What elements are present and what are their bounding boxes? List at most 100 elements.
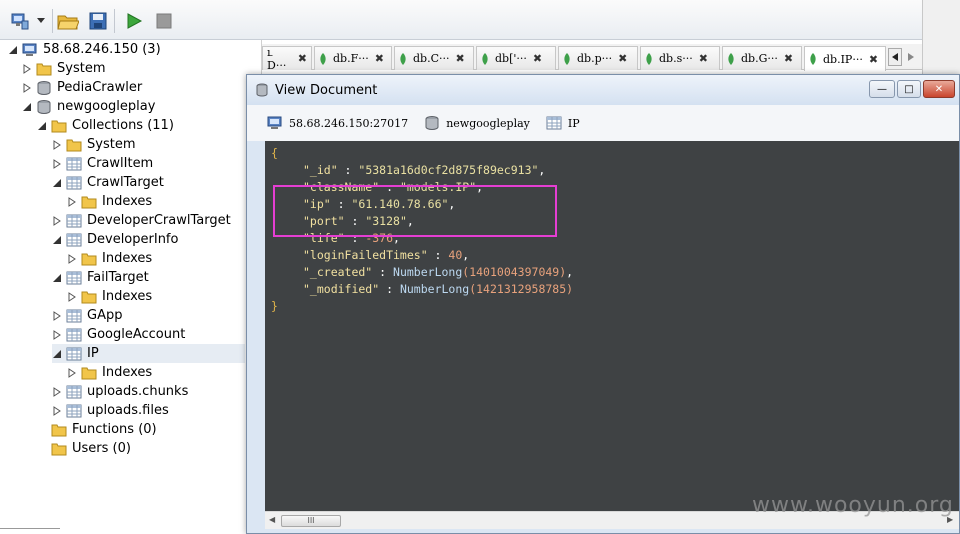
minimize-button[interactable]: — <box>869 80 895 98</box>
code-line: { <box>265 145 959 162</box>
field-value: 40 <box>448 248 463 262</box>
collapsed-arrow-icon[interactable] <box>52 405 62 416</box>
tree-collection-googleaccount[interactable]: GoogleAccount <box>52 325 185 344</box>
scrollbar-thumb[interactable]: III <box>281 515 341 527</box>
save-icon[interactable] <box>86 9 110 33</box>
collapsed-arrow-icon[interactable] <box>67 253 77 264</box>
expanded-arrow-icon[interactable] <box>52 178 62 188</box>
tree-indexes[interactable]: Indexes <box>67 287 152 306</box>
mongo-leaf-icon <box>482 52 488 65</box>
collapsed-arrow-icon[interactable] <box>22 63 32 74</box>
close-icon[interactable]: ✖ <box>298 52 307 65</box>
tree-collection-uploads-chunks[interactable]: uploads.chunks <box>52 382 188 401</box>
watermark: www.wooyun.org <box>752 493 954 518</box>
tree-label: System <box>57 61 106 76</box>
tab-shell-2[interactable]: db.C··· ✖ <box>394 46 474 70</box>
folder-icon <box>81 367 97 379</box>
collapsed-arrow-icon[interactable] <box>52 158 62 169</box>
tree-label: Indexes <box>102 365 153 380</box>
stop-icon[interactable] <box>152 9 176 33</box>
tree-collection-system[interactable]: System <box>52 135 135 154</box>
tree-indexes[interactable]: Indexes <box>67 249 152 268</box>
collapsed-arrow-icon[interactable] <box>22 82 32 93</box>
colon: : <box>379 282 400 296</box>
table-icon <box>66 328 82 341</box>
bottom-tab-edge <box>0 528 60 534</box>
table-icon <box>546 116 562 130</box>
tab-shell-3[interactable]: db['··· ✖ <box>476 46 556 70</box>
expanded-arrow-icon[interactable] <box>52 349 62 359</box>
connection-tree: 58.68.246.150 (3) System PediaCrawler ne… <box>0 40 262 534</box>
collapsed-arrow-icon[interactable] <box>52 310 62 321</box>
close-icon[interactable]: ✖ <box>533 52 542 65</box>
open-folder-icon[interactable] <box>56 9 80 33</box>
collapsed-arrow-icon[interactable] <box>67 367 77 378</box>
tree-collection-uploads-files[interactable]: uploads.files <box>52 401 169 420</box>
tree-collection-failtarget[interactable]: FailTarget <box>52 268 149 287</box>
function-name: NumberLong <box>393 265 463 279</box>
expanded-arrow-icon[interactable] <box>52 273 62 283</box>
scroll-left-arrow-icon[interactable]: ◀ <box>269 515 275 524</box>
expanded-arrow-icon[interactable] <box>8 45 18 55</box>
collapsed-arrow-icon[interactable] <box>52 215 62 226</box>
collapsed-arrow-icon[interactable] <box>67 291 77 302</box>
tab-label: ւ D··· <box>267 45 287 72</box>
tab-shell-4[interactable]: db.p··· ✖ <box>558 46 638 70</box>
close-icon[interactable]: ✖ <box>456 52 465 65</box>
tab-shell-1[interactable]: db.F··· ✖ <box>314 46 392 70</box>
collapsed-arrow-icon[interactable] <box>67 196 77 207</box>
server-address: 58.68.246.150:27017 <box>289 116 409 130</box>
code-line: "loginFailedTimes" : 40, <box>265 247 959 264</box>
comma: , <box>462 248 470 262</box>
tab-scroll-right-button[interactable] <box>904 48 918 66</box>
folder-icon <box>51 443 67 455</box>
folder-icon <box>81 291 97 303</box>
tab-shell-6[interactable]: db.G··· ✖ <box>722 46 802 70</box>
tree-label: DeveloperInfo <box>87 232 179 247</box>
tree-indexes[interactable]: Indexes <box>67 363 152 382</box>
dropdown-arrow-icon[interactable] <box>34 9 48 33</box>
collection-info: IP <box>546 115 580 131</box>
expanded-arrow-icon[interactable] <box>37 121 47 131</box>
tree-db-pediacrawler[interactable]: PediaCrawler <box>22 78 142 97</box>
tree-label: IP <box>87 346 99 361</box>
close-icon[interactable]: ✖ <box>784 52 793 65</box>
close-icon[interactable]: ✖ <box>699 52 708 65</box>
tree-collections[interactable]: Collections (11) <box>37 116 174 135</box>
tab-shell-0[interactable]: ւ D··· ✖ <box>262 45 312 72</box>
tree-collection-developerinfo[interactable]: DeveloperInfo <box>52 230 178 249</box>
maximize-button[interactable]: □ <box>897 80 921 98</box>
connect-icon[interactable] <box>8 9 32 33</box>
field-value: (1401004397049) <box>462 265 567 279</box>
tree-collection-crawltarget[interactable]: CrawlTarget <box>52 173 164 192</box>
table-icon <box>66 214 82 227</box>
table-icon <box>66 157 82 170</box>
tree-collection-developercrawltarget[interactable]: DeveloperCrawlTarget <box>52 211 231 230</box>
close-icon[interactable]: ✖ <box>618 52 627 65</box>
collection-name: IP <box>567 116 580 130</box>
collapsed-arrow-icon[interactable] <box>52 386 62 397</box>
tree-indexes[interactable]: Indexes <box>67 192 152 211</box>
close-icon[interactable]: ✖ <box>869 53 878 66</box>
tree-db-newgoogleplay[interactable]: newgoogleplay <box>22 97 155 116</box>
run-icon[interactable] <box>122 9 146 33</box>
tab-shell-7-active[interactable]: db.IP··· ✖ <box>804 46 886 71</box>
tree-collection-crawlitem[interactable]: CrawlItem <box>52 154 153 173</box>
tree-users[interactable]: Users (0) <box>51 439 131 458</box>
dialog-titlebar[interactable]: View Document — □ ✕ <box>247 75 959 105</box>
tree-server-node[interactable]: 58.68.246.150 (3) <box>8 40 161 59</box>
tree-collection-gapp[interactable]: GApp <box>52 306 122 325</box>
database-icon <box>37 99 51 114</box>
close-button[interactable]: ✕ <box>923 80 955 98</box>
tree-db-system[interactable]: System <box>22 59 105 78</box>
collapsed-arrow-icon[interactable] <box>52 329 62 340</box>
tab-scroll-left-button[interactable] <box>888 48 902 66</box>
tree-functions[interactable]: Functions (0) <box>51 420 157 439</box>
expanded-arrow-icon[interactable] <box>22 102 32 112</box>
tree-collection-ip[interactable]: IP <box>52 344 245 363</box>
collapsed-arrow-icon[interactable] <box>52 139 62 150</box>
expanded-arrow-icon[interactable] <box>52 235 62 245</box>
close-icon[interactable]: ✖ <box>375 52 384 65</box>
server-info: 58.68.246.150:27017 <box>267 115 408 131</box>
tab-shell-5[interactable]: db.s··· ✖ <box>640 46 720 70</box>
